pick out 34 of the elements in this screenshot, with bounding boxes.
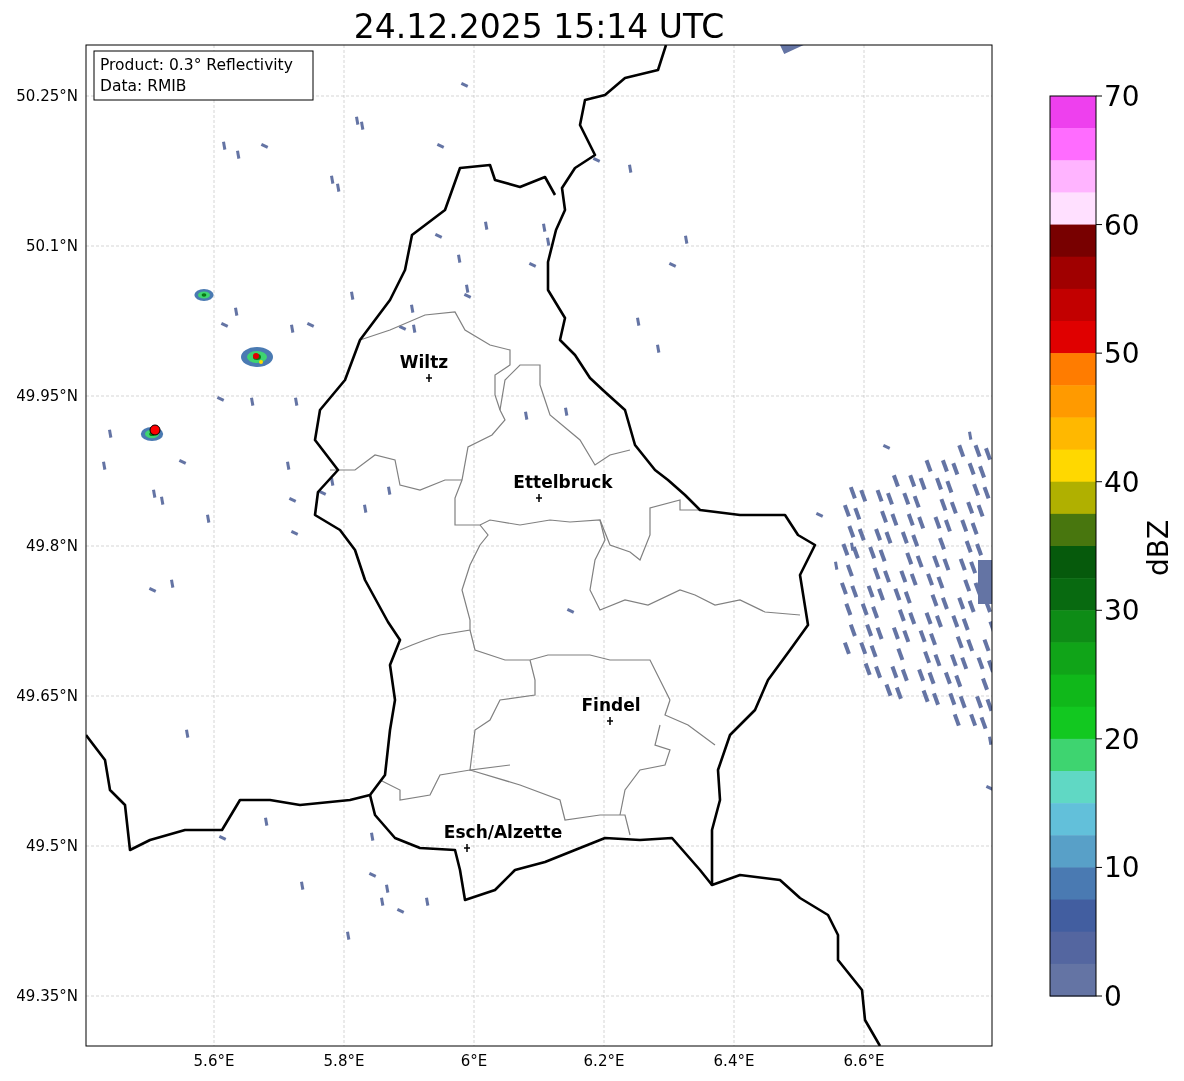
colorbar-tick-label: 30 — [1104, 594, 1140, 628]
info-text: Product: 0.3° Reflectivity — [100, 56, 293, 74]
colorbar-tick-label: 10 — [1104, 851, 1140, 885]
radar-site-marker — [149, 424, 161, 436]
latitude-label: 49.95°N — [16, 387, 78, 405]
colorbar-tick-label: 20 — [1104, 722, 1140, 756]
longitude-label: 6°E — [460, 1052, 488, 1070]
colorbar-tick-label: 40 — [1104, 465, 1140, 499]
longitude-label: 5.8°E — [323, 1052, 365, 1070]
city-label: Wiltz — [399, 352, 449, 372]
latitude-label: 50.1°N — [25, 237, 78, 255]
longitude-label: 6.4°E — [713, 1052, 755, 1070]
city-marker-icon — [463, 843, 471, 853]
city-marker-icon — [606, 716, 614, 726]
city-marker-icon — [425, 373, 433, 383]
info-text: Data: RMIB — [100, 77, 187, 95]
latitude-label: 49.8°N — [25, 537, 78, 555]
latitude-label: 49.35°N — [16, 987, 78, 1005]
colorbar-label: dBZ — [1142, 519, 1175, 577]
colorbar-tick-label: 60 — [1104, 208, 1140, 242]
longitude-label: 6.6°E — [843, 1052, 885, 1070]
longitude-label: 5.6°E — [193, 1052, 235, 1070]
longitude-label: 6.2°E — [583, 1052, 625, 1070]
chart-title: 24.12.2025 15:14 UTC — [353, 7, 725, 46]
colorbar-tick-label: 0 — [1104, 980, 1122, 1013]
latitude-label: 49.5°N — [25, 837, 78, 855]
city-label: Ettelbruck — [513, 472, 613, 492]
colorbar-tick-label: 50 — [1104, 337, 1140, 371]
latitude-label: 49.65°N — [16, 687, 78, 705]
city-label: Esch/Alzette — [443, 822, 563, 842]
colorbar-tick-label: 70 — [1104, 80, 1140, 113]
latitude-label: 50.25°N — [16, 87, 78, 105]
city-label: Findel — [581, 695, 641, 715]
city-marker-icon — [535, 493, 543, 503]
